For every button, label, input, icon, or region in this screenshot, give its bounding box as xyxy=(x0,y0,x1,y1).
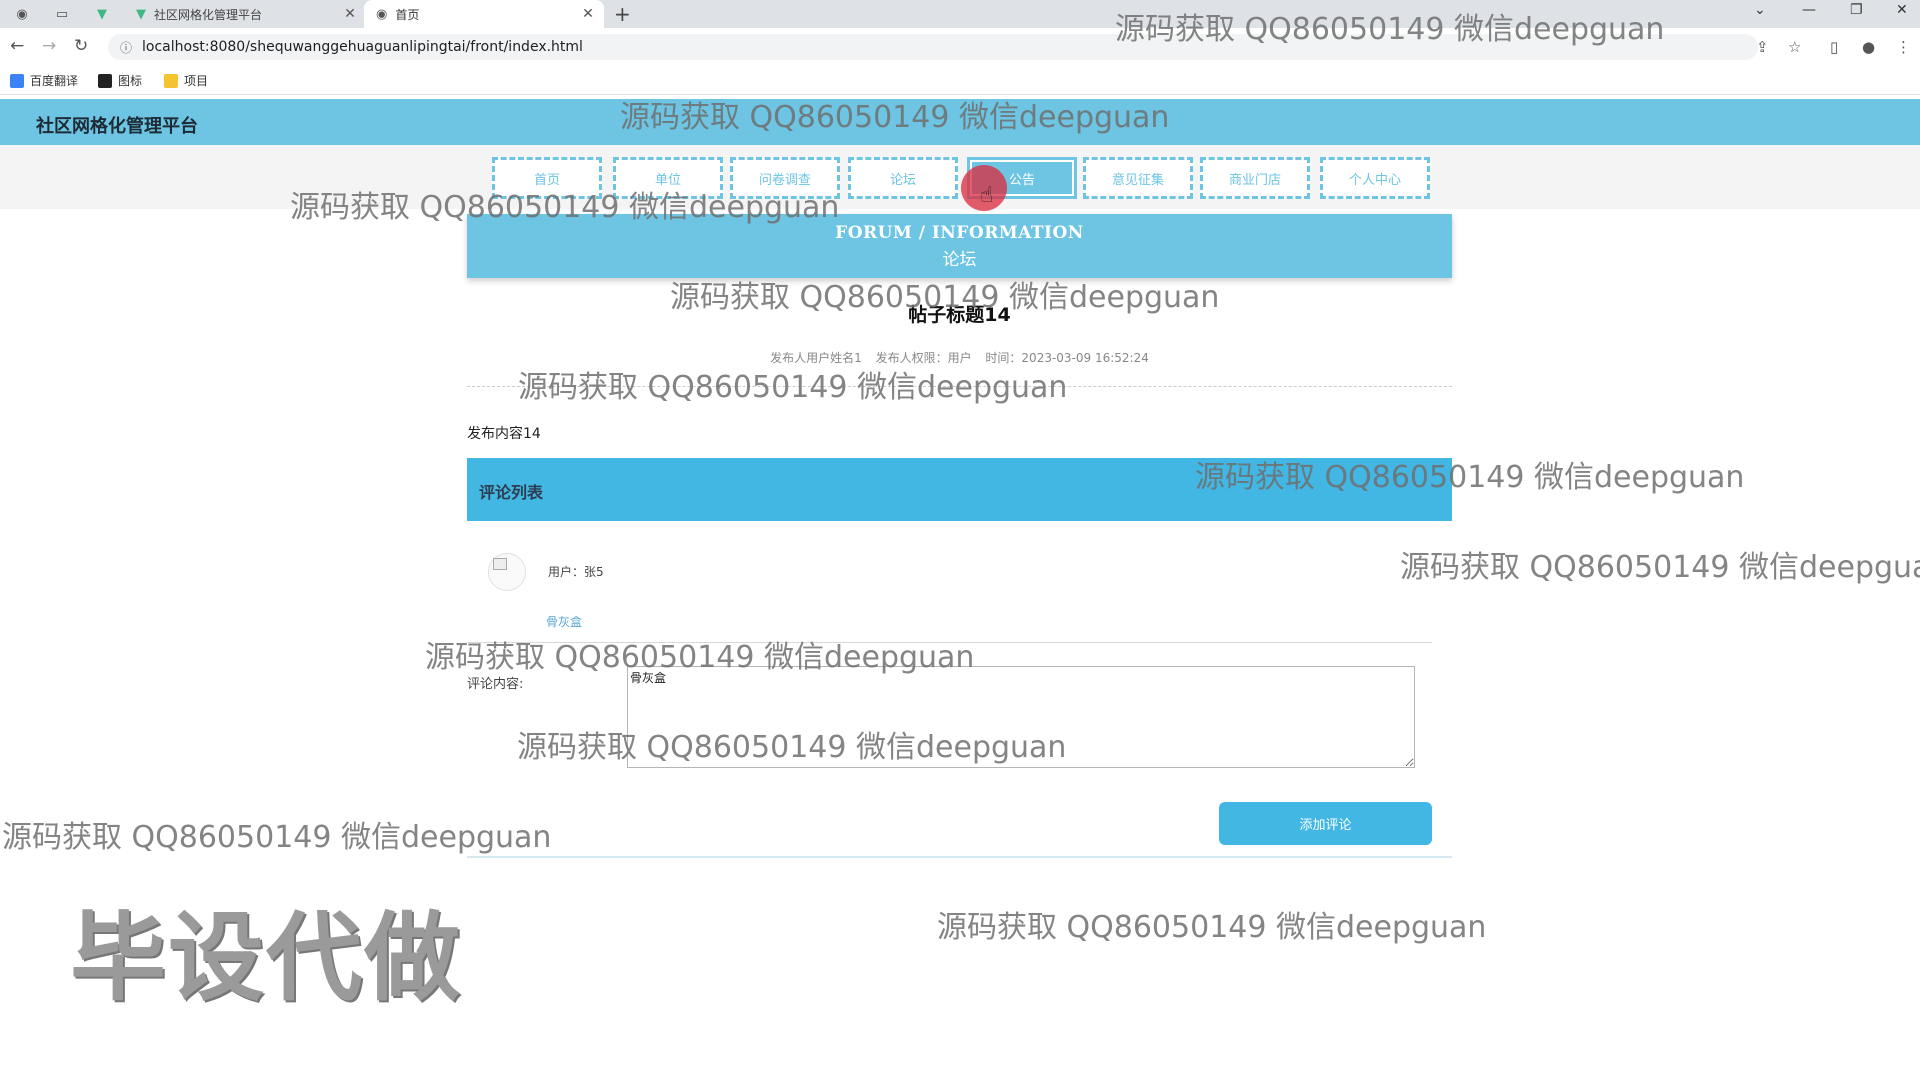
back-icon[interactable]: ← xyxy=(10,36,24,56)
info-icon[interactable]: ⓘ xyxy=(120,39,132,56)
star-icon[interactable]: ☆ xyxy=(1788,38,1801,56)
menu-dots-icon[interactable]: ⋮ xyxy=(1896,38,1911,56)
folder-icon xyxy=(164,73,178,88)
post-content: 发布内容14 xyxy=(467,426,541,442)
bookmarks-bar: 百度翻译 图标 项目 xyxy=(0,66,1920,95)
window-close-icon[interactable]: ✕ xyxy=(1896,2,1908,18)
bookmark-project[interactable]: 项目 xyxy=(164,72,208,89)
bookmark-baidu-translate[interactable]: 百度翻译 xyxy=(10,72,78,89)
divider xyxy=(467,856,1452,858)
sidebar-icon[interactable]: ▯ xyxy=(1830,38,1838,56)
globe-icon[interactable]: ◉ xyxy=(12,5,32,23)
big-watermark: 毕设代做 xyxy=(70,902,462,1014)
broken-image-icon xyxy=(493,558,507,570)
close-icon[interactable]: ✕ xyxy=(342,6,358,22)
bookmark-icons[interactable]: 图标 xyxy=(98,72,142,89)
watermark: 源码获取 QQ86050149 微信deepguan xyxy=(425,640,975,675)
tab-title: 首页 xyxy=(395,7,420,22)
browser-tab-platform[interactable]: ▼ 社区网格化管理平台 ✕ xyxy=(130,0,358,28)
banner-english: FORUM / INFORMATION xyxy=(835,222,1084,243)
comment-text: 骨灰盒 xyxy=(546,615,583,629)
watermark: 源码获取 QQ86050149 微信deepguan xyxy=(1195,460,1745,495)
translate-icon xyxy=(10,73,24,88)
share-icon[interactable]: ⇪ xyxy=(1756,38,1769,56)
watermark: 源码获取 QQ86050149 微信deepguan xyxy=(1400,550,1920,585)
profile-icon[interactable]: ● xyxy=(1862,38,1875,56)
nav-strip xyxy=(0,145,1920,209)
new-tab-button[interactable]: + xyxy=(614,2,631,26)
add-comment-button[interactable]: 添加评论 xyxy=(1219,802,1432,845)
minimize-icon[interactable]: — xyxy=(1802,2,1816,18)
vue-v-icon: ▼ xyxy=(136,6,146,22)
nav-forum[interactable]: 论坛 xyxy=(848,157,958,199)
bookmark-label: 百度翻译 xyxy=(30,74,79,88)
image-icon xyxy=(98,73,112,88)
comment-list-title: 评论列表 xyxy=(479,483,544,502)
watermark: 源码获取 QQ86050149 微信deepguan xyxy=(518,370,1068,405)
globe-icon: ◉ xyxy=(376,6,388,22)
chevron-down-icon[interactable]: ⌄ xyxy=(1754,2,1766,18)
close-icon[interactable]: ✕ xyxy=(580,6,596,22)
nav-feedback[interactable]: 意见征集 xyxy=(1083,157,1193,199)
forward-icon[interactable]: → xyxy=(42,36,56,56)
nav-personal-center[interactable]: 个人中心 xyxy=(1320,157,1430,199)
watermark: 源码获取 QQ86050149 微信deepguan xyxy=(1115,12,1665,47)
avatar xyxy=(488,553,526,591)
hand-cursor-icon: ☝ xyxy=(980,183,994,208)
pinned-tab-icon[interactable]: ▭ xyxy=(52,5,72,23)
watermark: 源码获取 QQ86050149 微信deepguan xyxy=(290,190,840,225)
bookmark-label: 项目 xyxy=(184,74,209,88)
vue-v-icon[interactable]: ▼ xyxy=(92,5,112,23)
reload-icon[interactable]: ↻ xyxy=(74,36,88,56)
restore-icon[interactable]: ❐ xyxy=(1850,2,1863,18)
url-text: localhost:8080/shequwanggehuaguanlipingt… xyxy=(142,39,583,55)
tab-title: 社区网格化管理平台 xyxy=(154,7,263,22)
banner-chinese: 论坛 xyxy=(942,249,977,270)
comment-user: 用户：张5 xyxy=(548,565,604,579)
browser-tab-home[interactable]: ◉ 首页 ✕ xyxy=(364,0,604,28)
watermark: 源码获取 QQ86050149 微信deepguan xyxy=(937,910,1487,945)
watermark: 源码获取 QQ86050149 微信deepguan xyxy=(517,730,1067,765)
nav-stores[interactable]: 商业门店 xyxy=(1200,157,1310,199)
watermark: 源码获取 QQ86050149 微信deepguan xyxy=(620,100,1170,135)
watermark: 源码获取 QQ86050149 微信deepguan xyxy=(2,820,552,855)
bookmark-label: 图标 xyxy=(118,74,143,88)
watermark: 源码获取 QQ86050149 微信deepguan xyxy=(670,280,1220,315)
site-title: 社区网格化管理平台 xyxy=(36,116,198,137)
